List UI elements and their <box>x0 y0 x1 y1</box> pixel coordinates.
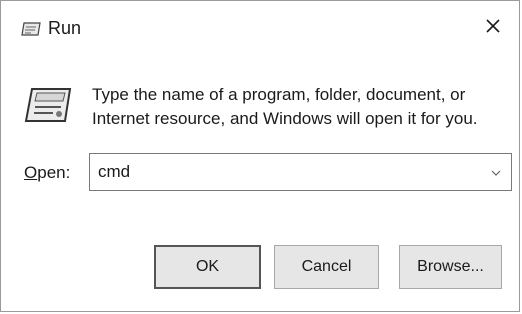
close-icon <box>485 18 501 39</box>
window-title: Run <box>48 18 82 38</box>
dialog-body: Type the name of a program, folder, docu… <box>1 53 519 237</box>
run-icon <box>21 22 41 36</box>
button-bar: OK Cancel Browse... <box>1 237 519 311</box>
open-label-accelerator: O <box>24 163 38 182</box>
open-combobox[interactable] <box>89 153 512 191</box>
browse-button[interactable]: Browse... <box>399 245 502 289</box>
chevron-down-icon <box>491 163 501 181</box>
dialog-description: Type the name of a program, folder, docu… <box>92 85 478 128</box>
ok-button[interactable]: OK <box>154 245 261 289</box>
close-button[interactable] <box>475 13 511 43</box>
open-input[interactable] <box>98 154 478 190</box>
title-bar[interactable]: Run <box>1 1 519 53</box>
run-icon <box>23 85 73 125</box>
open-label-text: pen: <box>37 163 71 182</box>
run-dialog: Run Type the name of a program, folder, … <box>0 0 520 312</box>
cancel-button[interactable]: Cancel <box>274 245 379 289</box>
dropdown-button[interactable] <box>483 155 509 189</box>
open-label: Open: <box>24 163 70 183</box>
